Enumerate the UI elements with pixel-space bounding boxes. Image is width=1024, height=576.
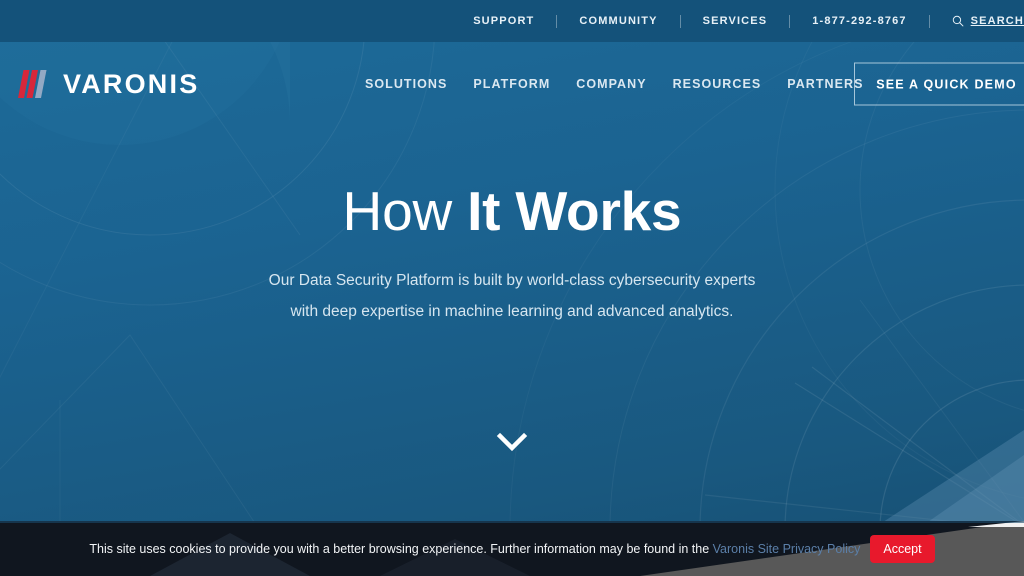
utility-link-community[interactable]: COMMUNITY: [557, 15, 679, 27]
hero-subtitle: Our Data Security Platform is built by w…: [0, 265, 1024, 327]
hero-subtitle-line-2: with deep expertise in machine learning …: [290, 303, 734, 321]
utility-links: SUPPORT COMMUNITY SERVICES 1-877-292-876…: [451, 0, 1024, 42]
cookie-consent-banner: This site uses cookies to provide you wi…: [0, 521, 1024, 576]
page-title: How It Works: [0, 182, 1024, 240]
utility-bar: SUPPORT COMMUNITY SERVICES 1-877-292-876…: [0, 0, 1024, 42]
cookie-message: This site uses cookies to provide you wi…: [89, 542, 860, 556]
varonis-slash-mark-icon: [18, 70, 47, 98]
hero-content: How It Works Our Data Security Platform …: [0, 126, 1024, 327]
utility-link-support[interactable]: SUPPORT: [451, 15, 556, 27]
nav-link-resources[interactable]: RESOURCES: [660, 77, 775, 91]
nav-links: SOLUTIONS PLATFORM COMPANY RESOURCES PAR…: [352, 77, 876, 91]
see-a-quick-demo-button[interactable]: SEE A QUICK DEMO: [854, 62, 1024, 106]
hero-subtitle-line-1: Our Data Security Platform is built by w…: [268, 272, 756, 290]
search-button[interactable]: SEARCH: [930, 15, 1024, 27]
nav-link-company[interactable]: COMPANY: [563, 77, 659, 91]
privacy-policy-link[interactable]: Varonis Site Privacy Policy: [713, 542, 861, 556]
utility-link-phone[interactable]: 1-877-292-8767: [790, 15, 928, 27]
page-title-bold: It Works: [467, 180, 682, 242]
page-title-light: How: [342, 180, 468, 242]
scroll-down-button[interactable]: [0, 432, 1024, 452]
nav-link-solutions[interactable]: SOLUTIONS: [352, 77, 460, 91]
cookie-message-text: This site uses cookies to provide you wi…: [89, 541, 710, 556]
accept-cookies-button[interactable]: Accept: [870, 534, 935, 563]
chevron-down-icon: [496, 432, 528, 452]
main-navigation: VARONIS SOLUTIONS PLATFORM COMPANY RESOU…: [0, 42, 1024, 126]
search-label: SEARCH: [970, 15, 1024, 27]
varonis-logo[interactable]: VARONIS: [16, 68, 199, 100]
page-root: SUPPORT COMMUNITY SERVICES 1-877-292-876…: [0, 0, 1024, 576]
search-icon: [952, 15, 964, 27]
varonis-wordmark: VARONIS: [63, 68, 200, 99]
nav-link-platform[interactable]: PLATFORM: [460, 77, 563, 91]
utility-link-services[interactable]: SERVICES: [681, 15, 790, 27]
